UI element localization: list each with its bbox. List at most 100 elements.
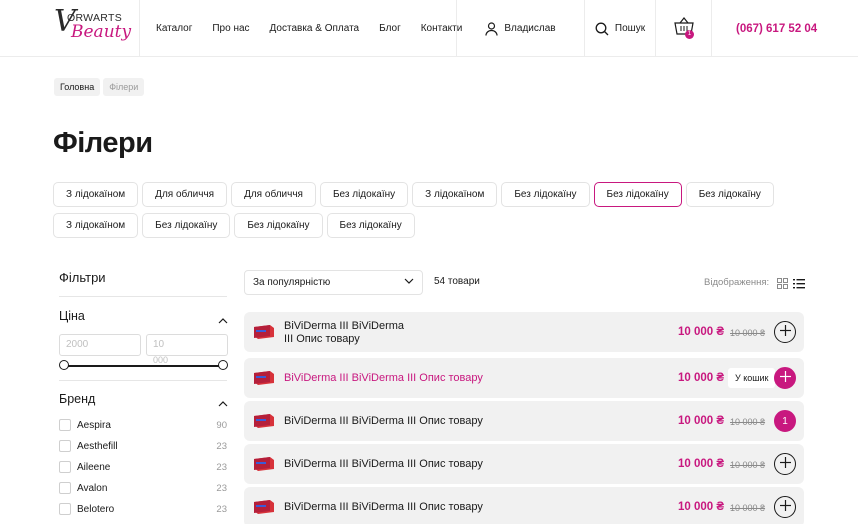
brand-count: 90 (216, 419, 227, 431)
product-row[interactable]: BiViDerma III BiViDerma III Опис товару … (244, 401, 804, 441)
price-filter-title[interactable]: Ціна (59, 309, 85, 323)
cart-quantity-button[interactable]: 1 (774, 410, 796, 432)
chevron-up-icon[interactable] (218, 311, 228, 329)
chip[interactable]: Без лідокаїну (501, 182, 590, 207)
plus-icon (779, 369, 791, 387)
nav-blog[interactable]: Блог (379, 23, 401, 34)
breadcrumb-current: Філери (103, 78, 145, 96)
sort-select[interactable]: За популярністю (244, 270, 423, 295)
brand-name: Aileene (77, 461, 111, 473)
plus-icon (779, 323, 791, 341)
product-name-line-2: III Опис товару (284, 333, 360, 345)
chip[interactable]: З лідокаїном (412, 182, 498, 207)
price-slider-track[interactable] (62, 365, 224, 367)
chip[interactable]: З лідокаїном (53, 213, 139, 238)
price-slider-min-handle[interactable] (59, 360, 69, 370)
add-to-cart-button[interactable] (774, 321, 796, 343)
brand-filter-title[interactable]: Бренд (59, 392, 95, 406)
chip-active[interactable]: Без лідокаїну (593, 182, 682, 207)
product-name[interactable]: BiViDerma III BiViDerma III Опис товару (284, 372, 483, 385)
product-name[interactable]: BiViDerma III BiViDerma III Опис товару (284, 415, 483, 428)
brand-count: 23 (216, 503, 227, 515)
chip[interactable]: Для обличчя (142, 182, 228, 207)
checkbox[interactable] (59, 440, 71, 452)
brand-name: Aespira (77, 419, 111, 431)
chip[interactable]: Для обличчя (231, 182, 316, 207)
breadcrumb-home[interactable]: Головна (54, 78, 101, 96)
checkbox[interactable] (59, 461, 71, 473)
page-title: Філери (53, 127, 153, 159)
add-to-cart-button[interactable] (774, 496, 796, 518)
view-toggle (777, 276, 805, 294)
chip[interactable]: Без лідокаїну (326, 213, 415, 238)
price-slider-label: 000 (153, 355, 169, 365)
product-name-line-1: BiViDerma III BiViDerma (284, 320, 405, 332)
product-price: 10 000 ₴ (678, 501, 725, 513)
divider (59, 380, 227, 381)
chip[interactable]: Без лідокаїну (319, 182, 409, 207)
chip[interactable]: Без лідокаїну (234, 213, 323, 238)
chip[interactable]: Без лідокаїну (142, 213, 231, 238)
plus-icon (779, 498, 791, 516)
search-button[interactable]: Пошук (585, 0, 656, 57)
nav-catalog[interactable]: Каталог (156, 23, 192, 34)
chip[interactable]: Без лідокаїну (685, 182, 774, 207)
brand-name: Belotero (77, 503, 115, 515)
nav-about[interactable]: Про нас (212, 23, 249, 34)
product-price: 10 000 ₴ (678, 372, 725, 384)
brand-name: Avalon (77, 482, 108, 494)
price-slider-max-handle[interactable] (218, 360, 228, 370)
brand-filter-item[interactable]: Belotero 23 (59, 502, 227, 516)
add-to-cart-button[interactable] (774, 367, 796, 389)
product-image (253, 370, 275, 391)
chip[interactable]: З лідокаїном (53, 182, 139, 207)
product-row[interactable]: BiViDerma III BiViDerma III Опис товару … (244, 487, 804, 524)
brand-count: 23 (216, 482, 227, 494)
plus-icon (779, 455, 791, 473)
product-row[interactable]: BiViDerma III BiViDerma III Опис товару … (244, 444, 804, 484)
view-label: Відображення: (704, 277, 770, 288)
product-old-price: 10 000 ₴ (730, 328, 766, 338)
product-name[interactable]: BiViDerma III BiViDerma III Опис товару (284, 320, 404, 346)
brand-filter-item[interactable]: Avalon 23 (59, 481, 227, 495)
category-chips: З лідокаїном Для обличчя Для обличчя Без… (53, 182, 813, 238)
search-icon (595, 22, 609, 36)
search-label: Пошук (614, 23, 646, 34)
user-account[interactable]: Владислав (457, 0, 585, 57)
checkbox[interactable] (59, 503, 71, 515)
breadcrumb: Головна Філери (54, 78, 145, 96)
cart-button[interactable]: 1 (656, 0, 712, 57)
brand-filter-item[interactable]: Aesthefill 23 (59, 439, 227, 453)
brand-filter-item[interactable]: Aileene 23 (59, 460, 227, 474)
price-max-input[interactable]: 10 (146, 334, 228, 356)
grid-view-icon[interactable] (777, 276, 788, 294)
product-image (253, 456, 275, 477)
product-name[interactable]: BiViDerma III BiViDerma III Опис товару (284, 501, 483, 514)
chevron-up-icon[interactable] (218, 394, 228, 412)
user-name: Владислав (504, 23, 556, 34)
logo-bottom-text: Beauty (71, 22, 132, 42)
product-image (253, 413, 275, 434)
price-min-input[interactable]: 2000 (59, 334, 141, 356)
phone-link[interactable]: (067) 617 52 04 (712, 0, 817, 57)
product-old-price: 10 000 ₴ (730, 417, 766, 427)
checkbox[interactable] (59, 419, 71, 431)
add-to-cart-button[interactable] (774, 453, 796, 475)
cart-badge: 1 (685, 30, 694, 39)
sort-value: За популярністю (253, 277, 331, 288)
brand-filter-item[interactable]: Aespira 90 (59, 418, 227, 432)
product-old-price: 10 000 ₴ (730, 503, 766, 513)
product-price: 10 000 ₴ (678, 326, 725, 338)
logo[interactable]: V ORWARTS Beauty (0, 0, 140, 57)
product-row[interactable]: BiViDerma III BiViDerma III Опис товару … (244, 312, 804, 352)
filters-title: Фільтри (59, 270, 106, 285)
checkbox[interactable] (59, 482, 71, 494)
list-view-icon[interactable] (793, 276, 805, 294)
nav-delivery[interactable]: Доставка & Оплата (270, 23, 360, 34)
product-old-price: 10 000 ₴ (730, 460, 766, 470)
divider (59, 296, 227, 297)
product-row[interactable]: BiViDerma III BiViDerma III Опис товару … (244, 358, 804, 398)
product-price: 10 000 ₴ (678, 458, 725, 470)
product-name[interactable]: BiViDerma III BiViDerma III Опис товару (284, 458, 483, 471)
brand-name: Aesthefill (77, 440, 118, 452)
